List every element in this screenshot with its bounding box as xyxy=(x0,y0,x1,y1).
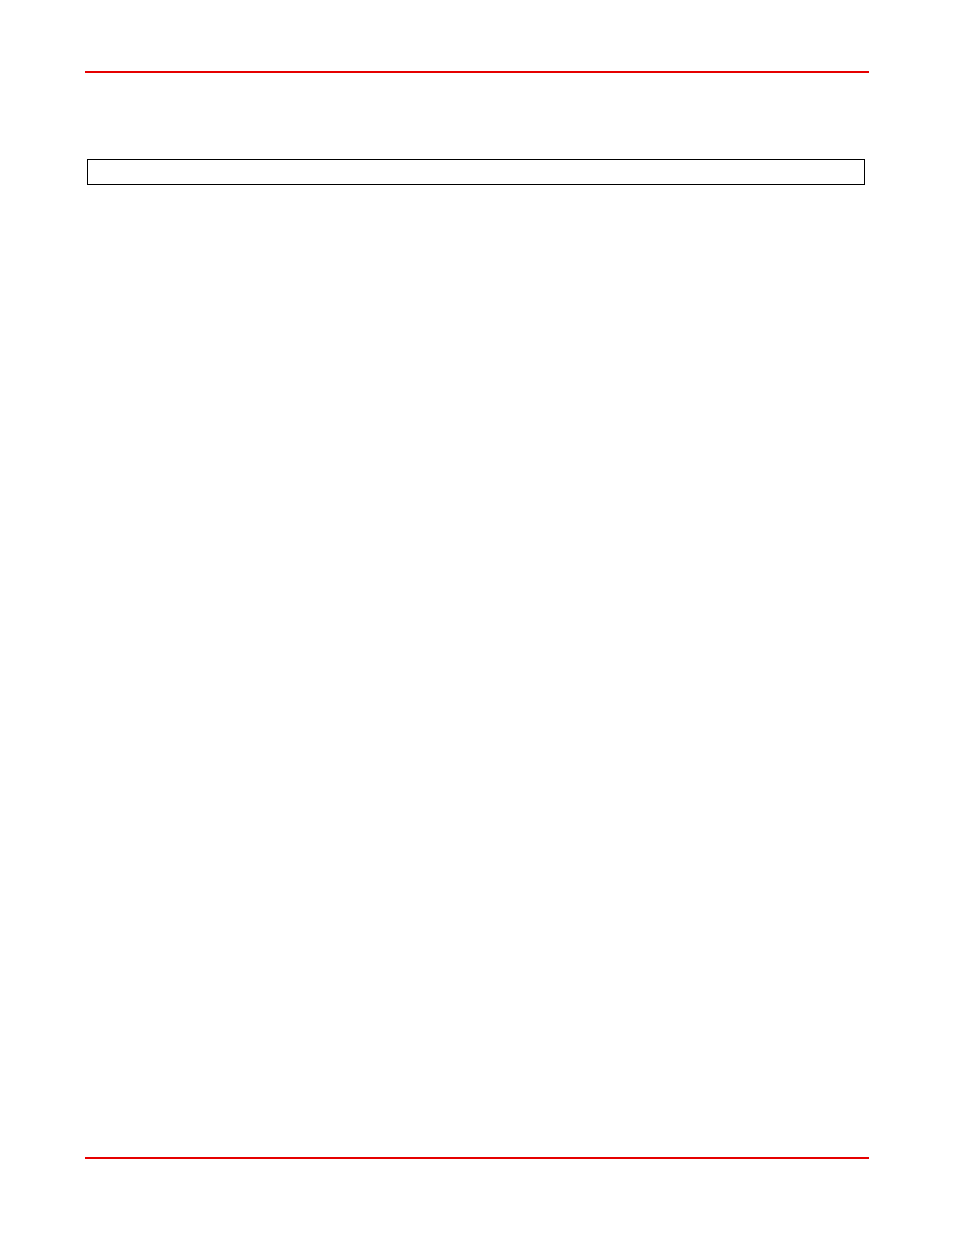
document-page xyxy=(0,0,954,1235)
header-rule xyxy=(85,71,869,73)
content-box xyxy=(87,159,865,185)
footer-rule xyxy=(85,1157,869,1159)
